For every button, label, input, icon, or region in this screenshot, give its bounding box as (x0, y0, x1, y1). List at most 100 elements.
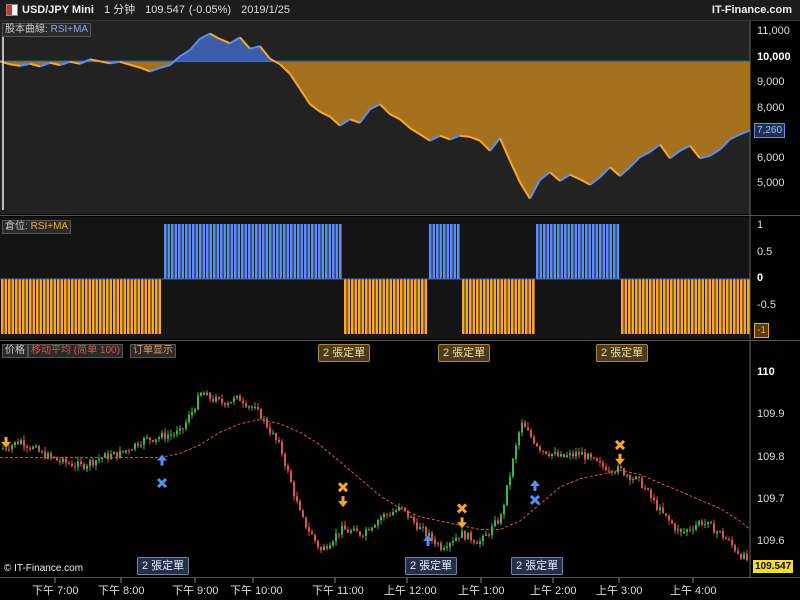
candle-body (680, 528, 682, 533)
short-position-bar (39, 279, 43, 334)
copyright-text: © IT-Finance.com (4, 563, 84, 574)
candle-body (170, 434, 172, 436)
candle-body (200, 392, 202, 396)
short-position-bar (382, 279, 386, 334)
position-panel-tag[interactable]: 倉位: RSI+MA (2, 220, 72, 234)
long-position-bar (321, 224, 325, 279)
equity-axis-label: 9,000 (757, 76, 785, 88)
candle-body (695, 525, 697, 530)
short-position-bar (361, 279, 365, 334)
candle-body (641, 477, 643, 489)
candle-body (599, 461, 601, 463)
candle-body (554, 452, 556, 454)
equity-panel-tag[interactable]: 股本曲線: RSI+MA (2, 23, 92, 37)
candle-body (650, 489, 652, 498)
chart-canvas[interactable] (0, 0, 800, 600)
candle-body (524, 422, 526, 428)
order-chip-top-2[interactable]: 2 張定單 (438, 344, 491, 362)
candle-body (725, 537, 727, 540)
long-position-bar (171, 224, 174, 279)
candle-body (563, 454, 565, 458)
candle-body (296, 496, 298, 502)
short-position-bar (719, 279, 722, 334)
short-position-bar (95, 279, 99, 334)
long-position-bar (560, 224, 564, 279)
short-position-bar (354, 279, 358, 334)
candle-body (371, 527, 373, 531)
candle-body (98, 458, 100, 461)
order-chip-top-3[interactable]: 2 張定單 (596, 344, 649, 362)
candle-body (122, 450, 124, 453)
order-chip-bottom-1[interactable]: 2 張定單 (137, 557, 190, 575)
long-position-bar (185, 224, 188, 279)
long-position-bar (286, 224, 290, 279)
candle-body (485, 534, 487, 536)
time-axis-label: 上午 12:00 (384, 585, 437, 597)
candle-body (512, 458, 514, 477)
candle-body (494, 520, 496, 527)
short-position-bar (497, 279, 500, 334)
long-position-bar (318, 224, 321, 279)
short-position-bar (113, 279, 116, 334)
candle-body (488, 534, 490, 536)
short-position-bar (424, 279, 428, 334)
long-position-bar (443, 224, 446, 279)
candle-body (533, 436, 535, 444)
short-position-bar (22, 279, 25, 334)
candle-body (350, 530, 352, 533)
short-position-bar (344, 279, 347, 334)
candle-body (707, 521, 709, 524)
candle-body (530, 430, 532, 437)
short-position-bar (74, 279, 78, 334)
candle-body (266, 418, 268, 428)
short-position-bar (88, 279, 92, 334)
candle-body (236, 395, 238, 398)
order-chip-bottom-2[interactable]: 2 張定單 (405, 557, 458, 575)
short-position-bar (351, 279, 354, 334)
long-position-bar (181, 224, 185, 279)
candle-body (629, 475, 631, 481)
order-chip-top-1[interactable]: 2 張定單 (318, 344, 371, 362)
short-position-bar (120, 279, 123, 334)
candle-body (590, 453, 592, 458)
short-position-bar (483, 279, 486, 334)
short-position-bar (158, 279, 162, 334)
short-position-bar (71, 279, 74, 334)
ma-indicator-tag[interactable]: 移动平均 (简单 100) (28, 344, 123, 358)
candle-body (719, 530, 721, 532)
candle-body (191, 411, 193, 415)
candle-body (278, 440, 280, 442)
candle-body (260, 409, 262, 419)
long-position-bar (429, 224, 432, 279)
long-position-bar (220, 224, 223, 279)
candle-body (521, 422, 523, 433)
candle-body (704, 523, 706, 525)
candle-body (128, 450, 130, 452)
candle-body (197, 395, 199, 410)
long-position-bar (227, 224, 230, 279)
short-position-bar (57, 279, 60, 334)
candle-body (53, 456, 55, 458)
candle-body (608, 470, 610, 472)
price-panel-tag[interactable]: 价格 (2, 344, 28, 358)
candle-body (395, 510, 397, 513)
short-position-bar (747, 279, 750, 334)
long-position-bar (567, 224, 571, 279)
candle-body (728, 539, 730, 541)
position-axis-label: 1 (757, 219, 764, 231)
candle-body (596, 458, 598, 461)
long-position-bar (230, 224, 234, 279)
candle-body (140, 444, 142, 446)
short-position-bar (8, 279, 11, 334)
candle-body (314, 534, 316, 541)
price-axis-label: 109.6 (757, 535, 785, 547)
order-display-tag[interactable]: 订单显示 (130, 344, 176, 358)
candle-body (587, 453, 589, 460)
short-position-bar (504, 279, 507, 334)
long-position-bar (290, 224, 293, 279)
long-position-bar (276, 224, 279, 279)
candle-body (527, 427, 529, 431)
order-chip-bottom-3[interactable]: 2 張定單 (511, 557, 564, 575)
candle-body (686, 529, 688, 532)
short-position-bar (43, 279, 46, 334)
